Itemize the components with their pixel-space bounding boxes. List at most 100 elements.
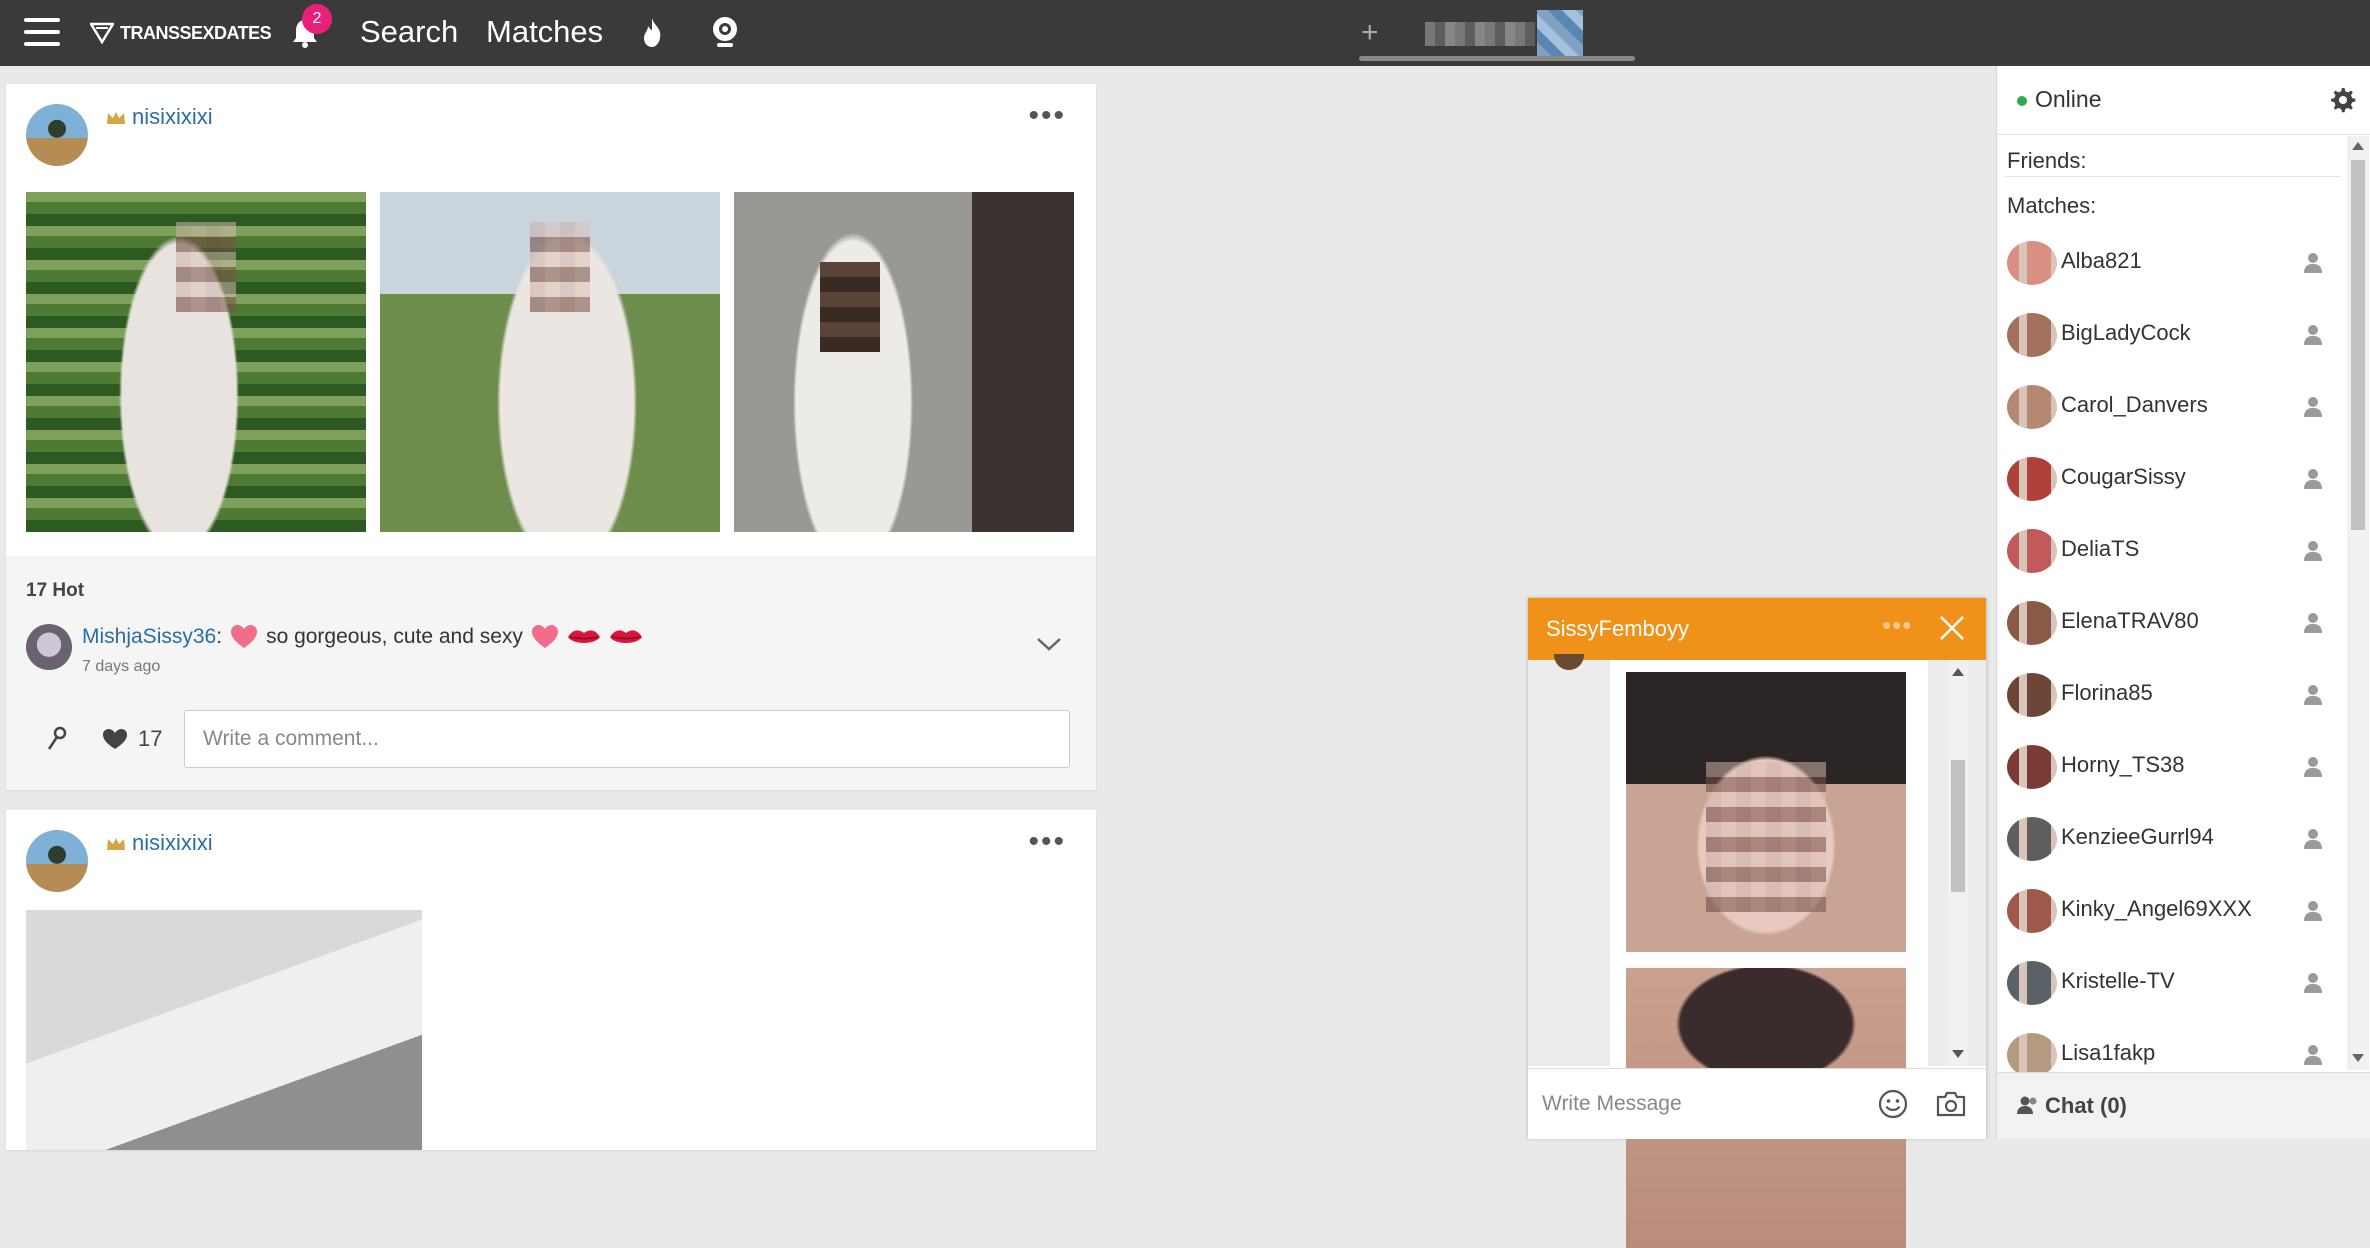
match-item[interactable]: Horny_TS38: [1997, 730, 2345, 802]
post-author-name[interactable]: nisixixixi: [132, 830, 213, 856]
person-icon[interactable]: [2303, 684, 2323, 706]
scroll-up-arrow-icon[interactable]: [2352, 142, 2364, 150]
match-name: Florina85: [2061, 680, 2153, 705]
match-avatar: [2007, 601, 2057, 645]
person-icon[interactable]: [2303, 540, 2323, 562]
fire-icon[interactable]: [636, 16, 668, 50]
person-icon[interactable]: [2303, 612, 2323, 634]
match-item[interactable]: Alba821: [1997, 226, 2345, 298]
match-item[interactable]: Kristelle-TV: [1997, 946, 2345, 1018]
scrollbar-thumb[interactable]: [2351, 160, 2365, 530]
friends-section-label: Friends:: [2007, 148, 2087, 173]
chat-partner-name[interactable]: SissyFemboyy: [1546, 616, 1689, 642]
person-icon[interactable]: [2303, 252, 2323, 274]
post-author-name[interactable]: nisixixixi: [132, 104, 213, 130]
divider: [2005, 176, 2341, 177]
chevron-down-icon[interactable]: [1036, 636, 1062, 652]
match-avatar: [2007, 745, 2057, 789]
user-avatar: [1537, 10, 1583, 56]
chat-image-message[interactable]: [1626, 672, 1906, 952]
chat-window: SissyFemboyy •••: [1528, 598, 1986, 1248]
logo-text: TRANSSEXDATES: [120, 22, 272, 43]
hot-count[interactable]: 17 Hot: [26, 580, 84, 602]
person-icon[interactable]: [2303, 900, 2323, 922]
nav-search-link[interactable]: Search: [360, 14, 458, 50]
partner-avatar: [1554, 654, 1584, 670]
match-avatar: [2007, 889, 2057, 933]
online-status-header: Online: [1997, 66, 2370, 135]
match-avatar: [2007, 241, 2057, 285]
pixelated-face: [530, 222, 590, 312]
heart-emoji-icon: [531, 625, 558, 648]
match-item[interactable]: CougarSissy: [1997, 442, 2345, 514]
webcam-icon[interactable]: [708, 14, 742, 50]
match-item[interactable]: Carol_Danvers: [1997, 370, 2345, 442]
person-icon[interactable]: [2303, 756, 2323, 778]
match-avatar: [2007, 385, 2057, 429]
user-name-pixelated: [1425, 22, 1535, 46]
match-name: ElenaTRAV80: [2061, 608, 2199, 633]
scrollbar-thumb[interactable]: [1951, 760, 1965, 892]
matches-list: Alba821 BigLadyCock Carol_Danvers CougarSis…: [1997, 226, 2345, 1144]
person-icon[interactable]: [2303, 468, 2323, 490]
comment-input[interactable]: [184, 710, 1070, 768]
gear-icon[interactable]: [2329, 86, 2357, 114]
match-item[interactable]: DeliaTS: [1997, 514, 2345, 586]
camera-icon[interactable]: [1936, 1091, 1966, 1117]
sidebar-scrollbar[interactable]: [2347, 136, 2369, 1070]
post-author-avatar[interactable]: [26, 104, 88, 166]
post-options-icon[interactable]: •••: [1028, 827, 1066, 857]
match-name: DeliaTS: [2061, 536, 2140, 561]
chat-options-icon[interactable]: •••: [1882, 610, 1912, 641]
chat-toggle-bar[interactable]: Chat (0): [1997, 1072, 2370, 1139]
site-logo[interactable]: TRANSSEXDATES: [90, 20, 272, 46]
feed-post: nisixixixi ••• 17 Hot MishjaSissy36: so …: [6, 84, 1096, 790]
user-profile-menu[interactable]: +: [1355, 10, 1635, 61]
scroll-down-arrow-icon[interactable]: [2352, 1054, 2364, 1062]
match-name: Horny_TS38: [2061, 752, 2185, 777]
match-item[interactable]: Florina85: [1997, 658, 2345, 730]
person-icon[interactable]: [2303, 324, 2323, 346]
heart-like-icon[interactable]: [102, 728, 128, 750]
matches-section-label: Matches:: [2007, 193, 2097, 218]
scroll-up-arrow-icon[interactable]: [1952, 668, 1964, 676]
like-count: 17: [138, 726, 163, 751]
match-avatar: [2007, 457, 2057, 501]
top-navigation-bar: TRANSSEXDATES 2 Search Matches +: [0, 0, 2370, 66]
chat-message-input[interactable]: [1540, 1079, 1864, 1129]
online-status-label[interactable]: Online: [2035, 86, 2101, 113]
commenter-name[interactable]: MishjaSissy36: [82, 625, 216, 648]
person-icon[interactable]: [2303, 1044, 2323, 1066]
person-icon[interactable]: [2303, 828, 2323, 850]
scroll-down-arrow-icon[interactable]: [1952, 1050, 1964, 1058]
match-name: Kristelle-TV: [2061, 968, 2175, 993]
match-item[interactable]: BigLadyCock: [1997, 298, 2345, 370]
chat-window-header[interactable]: SissyFemboyy •••: [1528, 598, 1986, 660]
person-icon[interactable]: [2303, 972, 2323, 994]
match-name: KenzieeGurrl94: [2061, 824, 2214, 849]
post-options-icon[interactable]: •••: [1028, 101, 1066, 131]
match-item[interactable]: KenzieeGurrl94: [1997, 802, 2345, 874]
chat-count-label: Chat (0): [2045, 1093, 2127, 1118]
profile-progress-bar: [1359, 56, 1635, 61]
post-author-avatar[interactable]: [26, 830, 88, 892]
match-item[interactable]: ElenaTRAV80: [1997, 586, 2345, 658]
chat-input-row: [1528, 1068, 1986, 1139]
post-photo[interactable]: [26, 192, 366, 532]
pin-icon[interactable]: [46, 726, 68, 752]
match-item[interactable]: Kinky_Angel69XXX: [1997, 874, 2345, 946]
commenter-avatar[interactable]: [26, 624, 72, 670]
logo-icon: [90, 22, 114, 44]
heart-emoji-icon: [231, 625, 258, 648]
chat-scrollbar[interactable]: [1948, 660, 1968, 1066]
menu-icon[interactable]: [24, 18, 60, 46]
emoji-smile-icon[interactable]: [1878, 1089, 1908, 1119]
post-photo[interactable]: [734, 192, 1074, 532]
post-photo[interactable]: [26, 910, 422, 1150]
person-icon[interactable]: [2303, 396, 2323, 418]
nav-matches-link[interactable]: Matches: [486, 14, 603, 50]
close-icon[interactable]: [1938, 614, 1966, 642]
match-avatar: [2007, 961, 2057, 1005]
post-photo[interactable]: [380, 192, 720, 532]
notification-count-badge: 2: [302, 4, 332, 34]
